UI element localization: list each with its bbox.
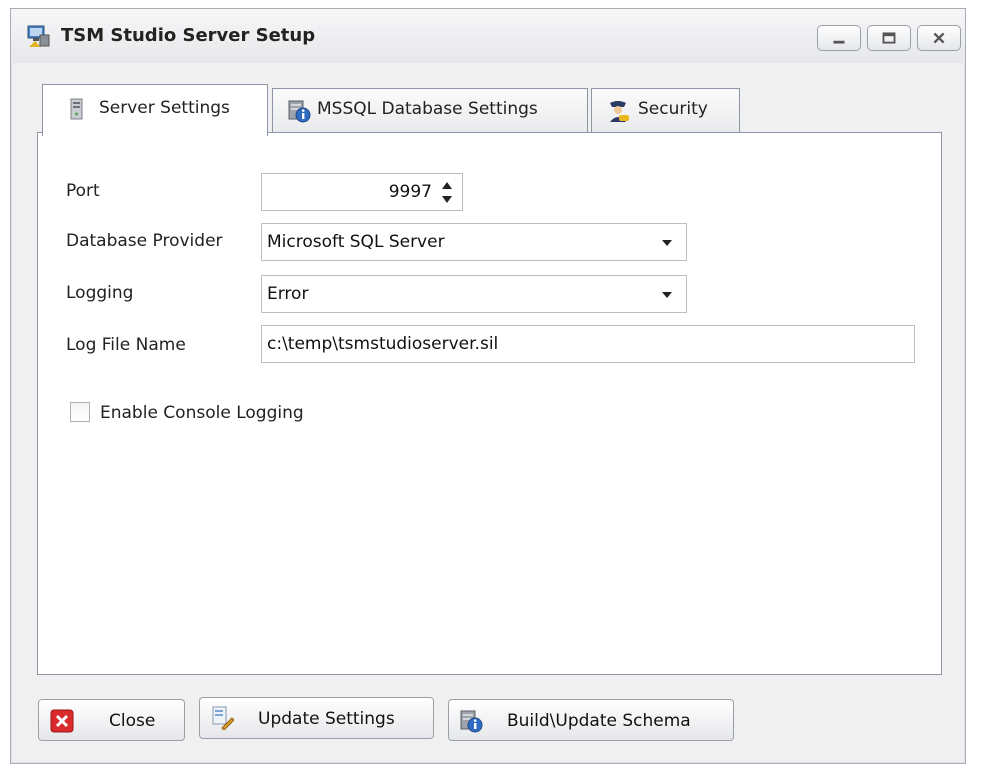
enable-console-logging-label[interactable]: Enable Console Logging bbox=[100, 403, 304, 423]
log-file-name-label: Log File Name bbox=[66, 335, 186, 355]
maximize-icon bbox=[882, 32, 896, 44]
update-settings-button-label: Update Settings bbox=[258, 709, 395, 729]
tab-label: Security bbox=[638, 99, 708, 119]
server-settings-panel: Port 9997 Database Provider Microsoft SQ… bbox=[37, 132, 942, 675]
database-provider-value: Microsoft SQL Server bbox=[267, 232, 445, 252]
chevron-down-icon bbox=[662, 292, 672, 298]
minimize-icon bbox=[833, 40, 845, 44]
close-button[interactable]: Close bbox=[38, 699, 185, 741]
security-officer-icon bbox=[610, 101, 629, 122]
database-info-icon bbox=[288, 100, 311, 123]
tab-server-settings[interactable]: Server Settings bbox=[42, 84, 268, 136]
update-settings-button[interactable]: Update Settings bbox=[199, 697, 434, 739]
logging-label: Logging bbox=[66, 283, 134, 303]
enable-console-logging-checkbox[interactable] bbox=[70, 402, 90, 422]
tab-label: MSSQL Database Settings bbox=[317, 99, 538, 119]
build-update-schema-button[interactable]: Build\Update Schema bbox=[448, 699, 734, 741]
app-icon bbox=[27, 25, 50, 47]
database-provider-select[interactable]: Microsoft SQL Server bbox=[261, 223, 687, 261]
port-value: 9997 bbox=[388, 182, 432, 202]
close-icon bbox=[933, 32, 945, 44]
spin-up-icon[interactable] bbox=[442, 182, 452, 189]
close-button-label: Close bbox=[109, 711, 156, 731]
title-bar[interactable]: TSM Studio Server Setup bbox=[11, 9, 965, 63]
database-info-icon bbox=[460, 710, 483, 733]
tab-security[interactable]: Security bbox=[591, 88, 740, 136]
minimize-button[interactable] bbox=[817, 25, 861, 51]
setup-window: TSM Studio Server Setup Server Settings bbox=[10, 8, 966, 764]
close-window-button[interactable] bbox=[917, 25, 961, 51]
server-icon bbox=[70, 98, 83, 120]
chevron-down-icon bbox=[662, 240, 672, 246]
window-title: TSM Studio Server Setup bbox=[61, 25, 316, 46]
port-stepper[interactable]: 9997 bbox=[261, 173, 463, 211]
maximize-button[interactable] bbox=[867, 25, 911, 51]
logging-select[interactable]: Error bbox=[261, 275, 687, 313]
build-update-schema-button-label: Build\Update Schema bbox=[507, 711, 691, 731]
log-file-name-value: c:\temp\tsmstudioserver.sil bbox=[267, 334, 499, 354]
log-file-name-input[interactable]: c:\temp\tsmstudioserver.sil bbox=[261, 325, 915, 363]
tab-label: Server Settings bbox=[99, 98, 230, 118]
port-label: Port bbox=[66, 181, 100, 201]
document-pencil-icon bbox=[212, 706, 234, 730]
red-x-icon bbox=[50, 709, 74, 733]
logging-value: Error bbox=[267, 284, 309, 304]
database-provider-label: Database Provider bbox=[66, 231, 223, 251]
spin-down-icon[interactable] bbox=[442, 196, 452, 203]
tab-mssql-database-settings[interactable]: MSSQL Database Settings bbox=[272, 88, 588, 136]
